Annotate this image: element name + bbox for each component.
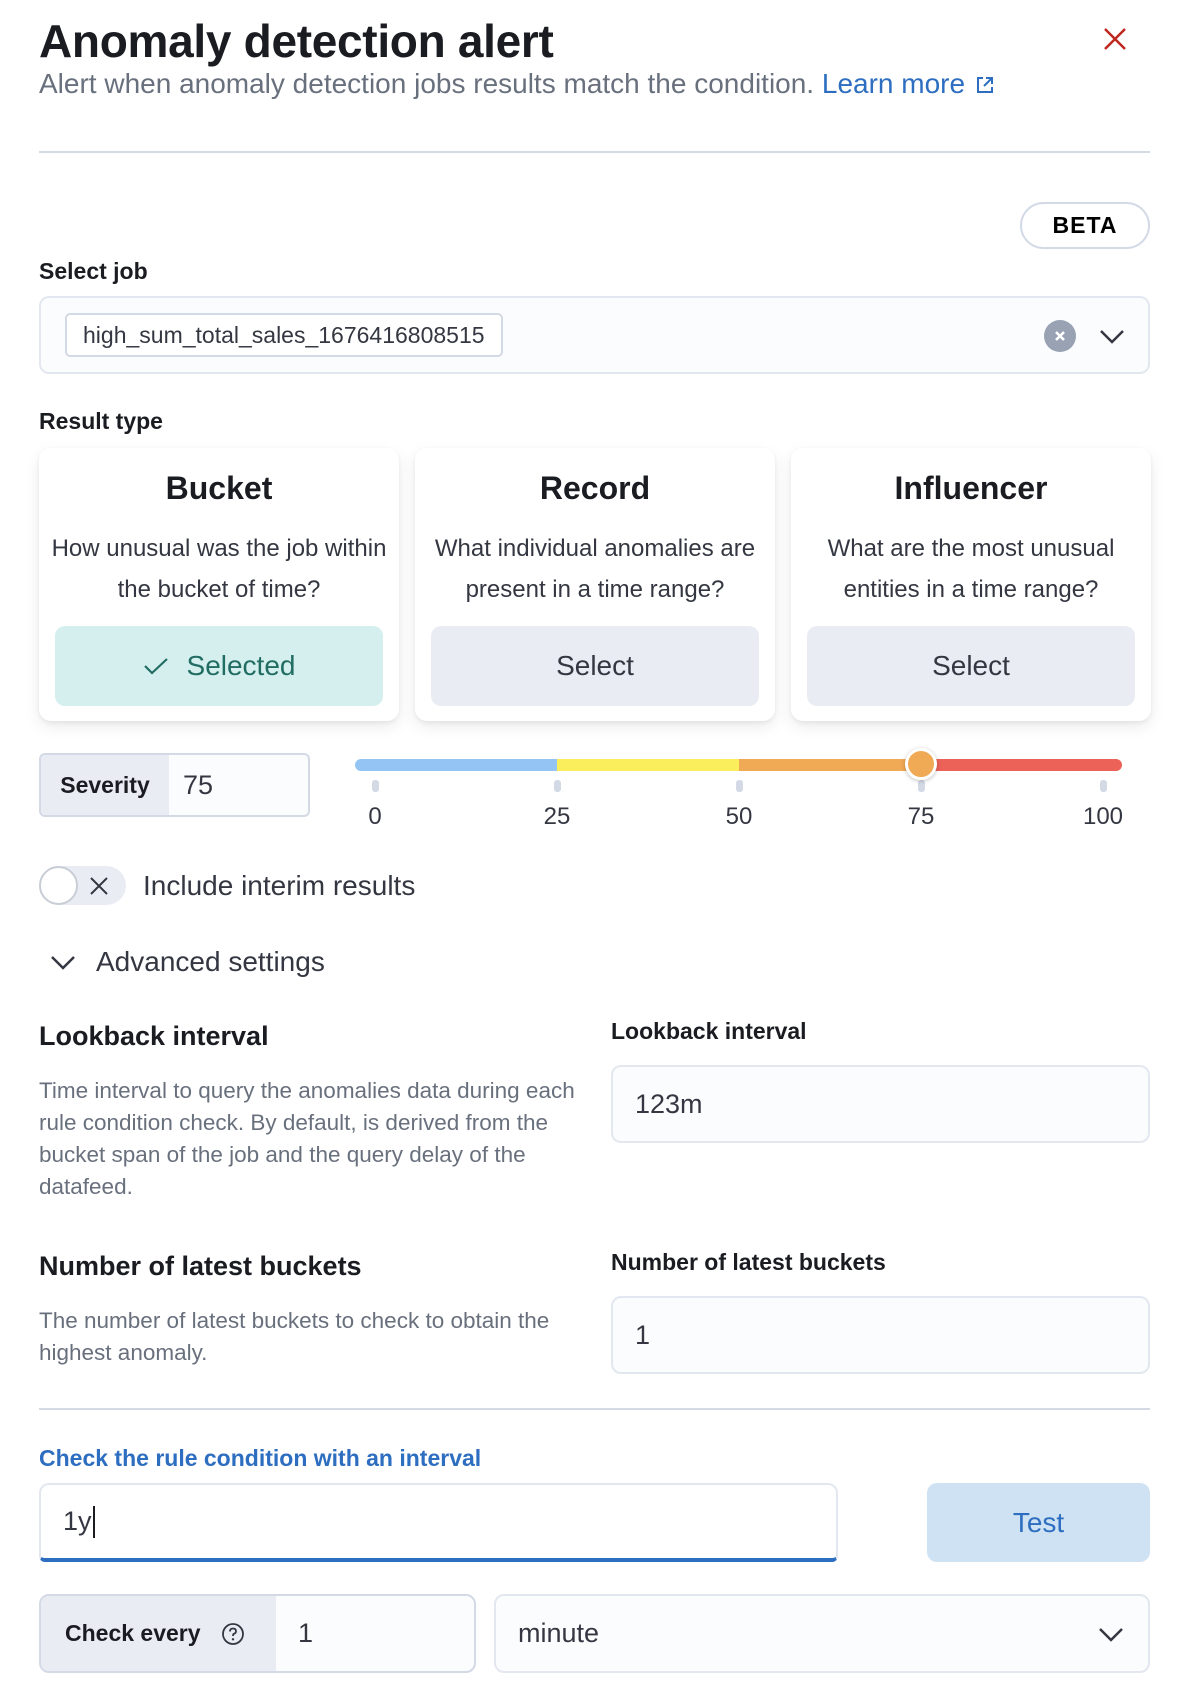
select-job-label: Select job (39, 258, 148, 284)
close-button[interactable] (1100, 24, 1130, 54)
card-description: How unusual was the job within the bucke… (51, 535, 387, 603)
page-title: Anomaly detection alert (39, 15, 554, 67)
button-label: Select (556, 650, 634, 681)
check-icon (143, 658, 168, 675)
button-label: Selected (186, 650, 296, 681)
lookback-title: Lookback interval (39, 1021, 269, 1051)
result-type-card-influencer[interactable]: Influencer What are the most unusual ent… (791, 448, 1151, 721)
buckets-title: Number of latest buckets (39, 1251, 362, 1281)
check-every-label: Check every (65, 1620, 201, 1646)
include-interim-label: Include interim results (143, 870, 416, 901)
chevron-down-icon (51, 956, 75, 970)
toggle-knob (39, 866, 78, 905)
selected-job-pill[interactable]: high_sum_total_sales_1676416808515 (65, 313, 503, 357)
header-divider (39, 151, 1150, 153)
slider-tick (736, 780, 743, 792)
chevron-down-icon[interactable] (1099, 325, 1125, 352)
advanced-settings-label: Advanced settings (96, 946, 325, 977)
slider-tick-label: 75 (907, 803, 935, 830)
slider-tick (918, 780, 925, 792)
result-type-card-bucket[interactable]: Bucket How unusual was the job within th… (39, 448, 399, 721)
severity-range-3 (921, 759, 1122, 771)
interval-check-label: Check the rule condition with an interva… (39, 1445, 482, 1471)
card-title: Record (539, 470, 651, 506)
card-description: What individual anomalies are present in… (434, 535, 756, 603)
card-description: What are the most unusual entities in a … (827, 535, 1115, 603)
check-every-field[interactable]: Check every 1 (39, 1594, 476, 1673)
external-link-icon (975, 68, 995, 104)
bucket-selected-button[interactable]: Selected (55, 626, 383, 706)
slider-tick-label: 25 (543, 803, 571, 830)
beta-badge: BETA (1020, 202, 1150, 249)
chevron-down-icon (1099, 1628, 1123, 1642)
page-subtitle: Alert when anomaly detection jobs result… (39, 66, 995, 104)
interval-input[interactable]: 1y (39, 1483, 838, 1562)
card-title: Influencer (894, 470, 1048, 506)
include-interim-toggle[interactable] (39, 866, 126, 905)
interval-value: 1y (63, 1506, 92, 1536)
advanced-settings-toggle[interactable]: Advanced settings (50, 942, 325, 982)
lookback-input[interactable]: 123m (611, 1065, 1150, 1143)
job-combobox[interactable]: high_sum_total_sales_1676416808515 (39, 296, 1150, 374)
slider-tick (554, 780, 561, 792)
clear-selection-button[interactable] (1044, 320, 1076, 352)
lookback-field-label: Lookback interval (611, 1018, 807, 1044)
severity-label: Severity (41, 755, 169, 815)
severity-range-0 (355, 759, 557, 771)
test-button[interactable]: Test (927, 1483, 1150, 1562)
result-type-card-record[interactable]: Record What individual anomalies are pre… (415, 448, 775, 721)
text-caret (92, 1505, 95, 1538)
slider-tick-label: 50 (725, 803, 753, 830)
influencer-select-button[interactable]: Select (807, 626, 1135, 706)
severity-range-1 (557, 759, 739, 771)
question-icon[interactable] (221, 1622, 245, 1646)
slider-thumb[interactable] (905, 748, 937, 780)
slider-tick-label: 100 (1082, 803, 1124, 830)
learn-more-link[interactable]: Learn more (822, 68, 995, 99)
severity-range-2 (739, 759, 921, 771)
buckets-field-label: Number of latest buckets (611, 1249, 886, 1275)
clear-icon (1055, 331, 1065, 341)
lookback-description: Time interval to query the anomalies dat… (39, 1078, 575, 1199)
record-select-button[interactable]: Select (431, 626, 759, 706)
button-label: Select (932, 650, 1010, 681)
buckets-input[interactable]: 1 (611, 1296, 1150, 1374)
cross-icon (90, 877, 108, 895)
check-every-prepend: Check every (41, 1596, 276, 1671)
severity-field[interactable]: Severity 75 (39, 753, 310, 817)
unit-value: minute (518, 1618, 600, 1648)
slider-tick (1100, 780, 1107, 792)
buckets-description: The number of latest buckets to check to… (39, 1308, 550, 1365)
section-divider (39, 1408, 1150, 1410)
slider-tick-label: 0 (368, 803, 382, 830)
severity-input[interactable]: 75 (169, 755, 308, 815)
check-every-input[interactable]: 1 (276, 1596, 474, 1671)
close-icon (1104, 28, 1126, 50)
learn-more-label: Learn more (821, 68, 966, 99)
subtitle-text: Alert when anomaly detection jobs result… (39, 68, 815, 99)
check-every-unit-select[interactable]: minute (494, 1594, 1150, 1673)
card-title: Bucket (165, 470, 273, 506)
result-type-label: Result type (39, 408, 163, 434)
slider-tick (372, 780, 379, 792)
